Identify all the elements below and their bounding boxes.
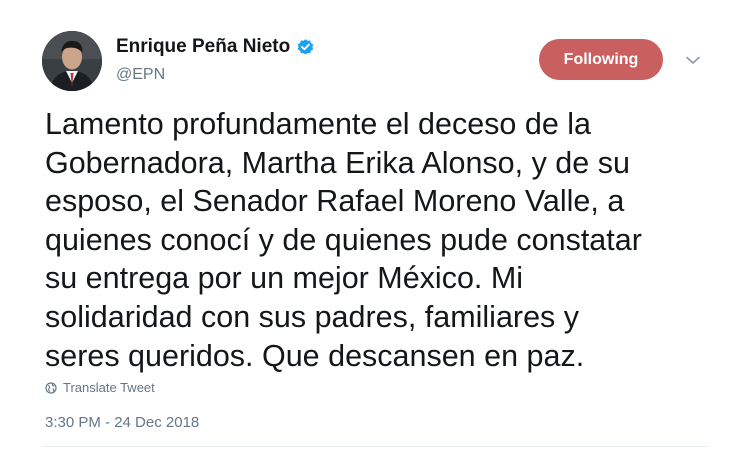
translate-tweet-label: Translate Tweet bbox=[63, 380, 155, 395]
tweet-text-line: Gobernadora, Martha Erika Alonso, y de s… bbox=[45, 145, 630, 180]
verified-badge-icon bbox=[296, 38, 315, 57]
tweet-timestamp[interactable]: 3:30 PM - 24 Dec 2018 bbox=[45, 414, 199, 431]
tweet-text-line: quienes conocí y de quienes pude constat… bbox=[45, 222, 642, 257]
tweet-text-line: Lamento profundamente el deceso de la bbox=[45, 107, 591, 141]
avatar-image bbox=[42, 31, 102, 91]
following-button[interactable]: Following bbox=[539, 39, 663, 80]
author-name-row: Enrique Peña Nieto bbox=[116, 36, 315, 58]
chevron-down-icon[interactable] bbox=[683, 52, 703, 68]
tweet-text-line: seres queridos. Que descansen en paz. bbox=[45, 338, 585, 373]
tweet-text-line: su entrega por un mejor México. Mi bbox=[45, 261, 524, 296]
divider bbox=[42, 446, 708, 447]
avatar[interactable] bbox=[42, 31, 102, 91]
author-handle[interactable]: @EPN bbox=[116, 66, 165, 84]
globe-icon bbox=[45, 381, 57, 394]
display-name[interactable]: Enrique Peña Nieto bbox=[116, 36, 290, 58]
tweet-text: Lamento profundamente el deceso de la Go… bbox=[45, 105, 715, 375]
tweet-text-line: esposo, el Senador Rafael Moreno Valle, … bbox=[45, 184, 625, 219]
translate-tweet-link[interactable]: Translate Tweet bbox=[45, 380, 155, 395]
tweet-text-line: solidaridad con sus padres, familiares y bbox=[45, 299, 580, 334]
